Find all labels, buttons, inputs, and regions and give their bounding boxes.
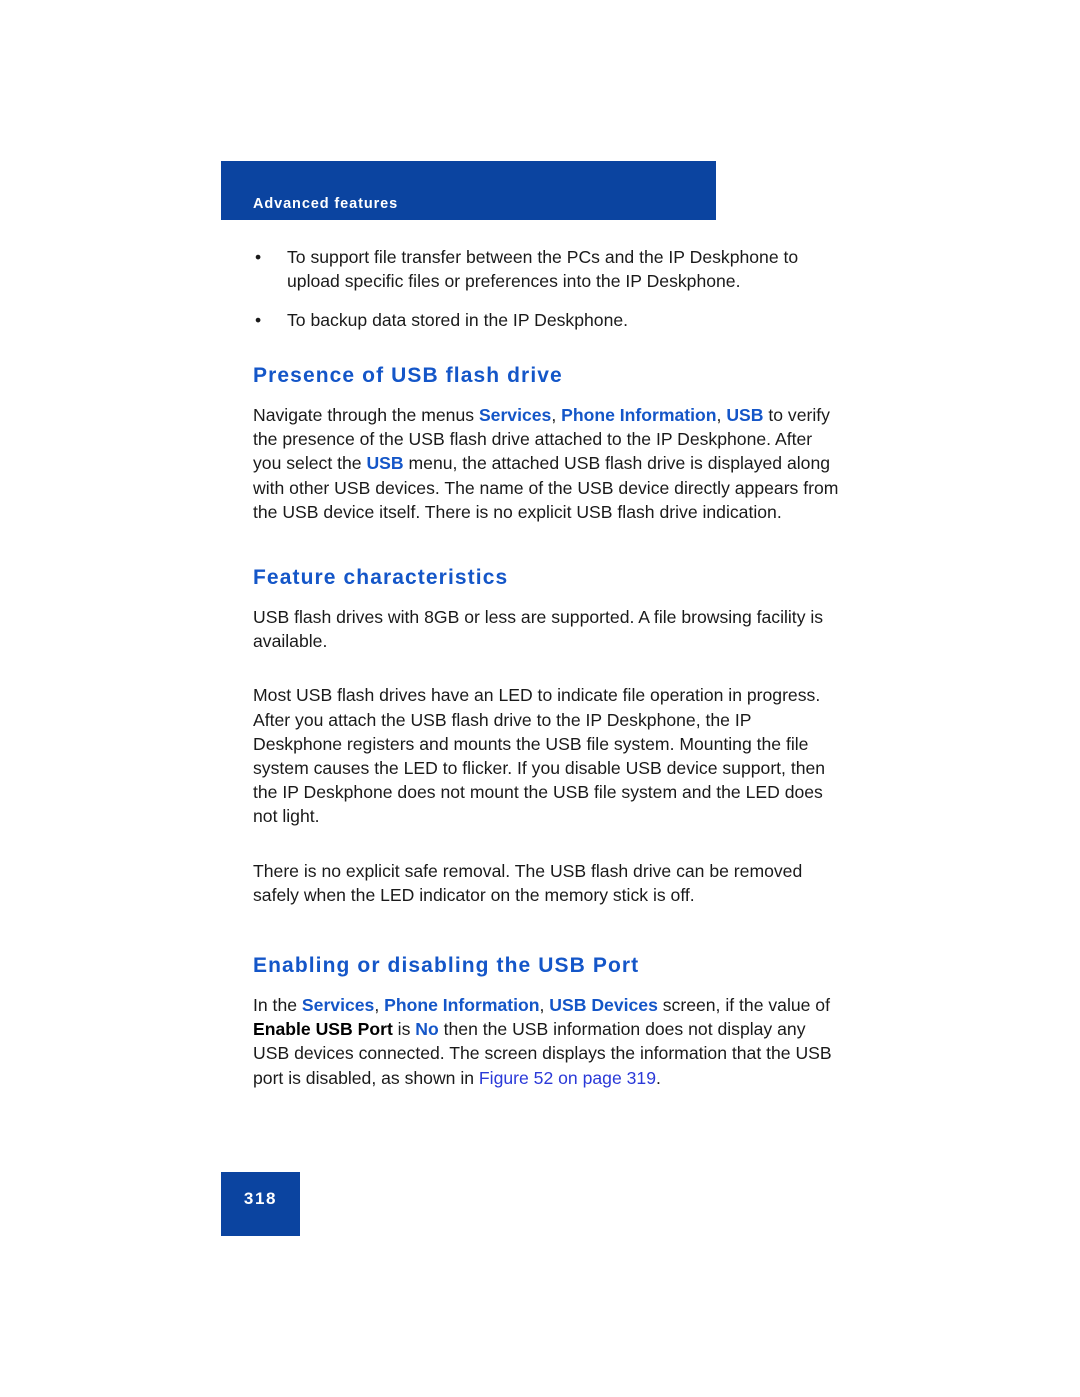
- bullet-marker-icon: •: [255, 247, 262, 267]
- paragraph-feature-capacity: USB flash drives with 8GB or less are su…: [253, 607, 824, 652]
- section-heading-enabling-or-disabling-the-usb-port: Enabling or disabling the USB Port: [253, 954, 640, 978]
- setting-name-term: Enable USB Port: [253, 1019, 393, 1040]
- paragraph-text-run: .: [655, 1067, 661, 1088]
- bullet-marker-icon: •: [255, 310, 262, 330]
- page-number-box: 318: [221, 1172, 300, 1236]
- paragraph-enabling-or-disabling-the-usb-port: In the Services, Phone Information, USB …: [253, 993, 843, 1090]
- paragraph-feature-safe-removal: There is no explicit safe removal. The U…: [253, 860, 803, 905]
- list-item: • To backup data stored in the IP Deskph…: [253, 308, 843, 332]
- menu-path-term: Phone Information: [561, 405, 717, 425]
- paragraph-text-run: Navigate through the menus: [253, 405, 479, 425]
- paragraph-text-run: screen, if the value of: [657, 995, 830, 1016]
- figure-cross-reference-link[interactable]: Figure 52 on page 319: [479, 1068, 656, 1088]
- menu-path-term: USB: [726, 405, 764, 425]
- paragraph-text-run: ,: [716, 405, 727, 425]
- paragraph-text-run: ,: [539, 995, 550, 1016]
- menu-path-term: USB Devices: [549, 995, 658, 1016]
- setting-value-term: No: [415, 1019, 439, 1040]
- list-item-text: To support file transfer between the PCs…: [287, 247, 799, 291]
- menu-path-term: Services: [301, 995, 375, 1016]
- list-item-text: To backup data stored in the IP Deskphon…: [287, 310, 629, 330]
- intro-bullet-list: • To support file transfer between the P…: [253, 245, 843, 332]
- menu-path-term: USB: [366, 453, 404, 474]
- section-heading-feature-characteristics: Feature characteristics: [253, 566, 509, 590]
- paragraph-text-run: is: [392, 1019, 416, 1040]
- paragraph-text-run: ,: [374, 995, 385, 1016]
- running-header-bar: Advanced features: [221, 161, 716, 220]
- page-number-label: 318: [243, 1189, 278, 1208]
- menu-path-term: Services: [478, 405, 552, 425]
- section-heading-presence-of-usb-flash-drive: Presence of USB flash drive: [253, 364, 563, 387]
- menu-path-term: Phone Information: [384, 995, 540, 1016]
- paragraph-presence-of-usb-flash-drive: Navigate through the menus Services, Pho…: [253, 403, 843, 524]
- paragraph-text-run: In the: [253, 995, 302, 1016]
- paragraph-text-run: ,: [551, 405, 562, 425]
- list-item: • To support file transfer between the P…: [253, 245, 843, 293]
- running-header-title: Advanced features: [253, 196, 399, 212]
- paragraph-feature-led-behavior: Most USB flash drives have an LED to ind…: [253, 685, 826, 827]
- page-content: • To support file transfer between the P…: [253, 245, 843, 1090]
